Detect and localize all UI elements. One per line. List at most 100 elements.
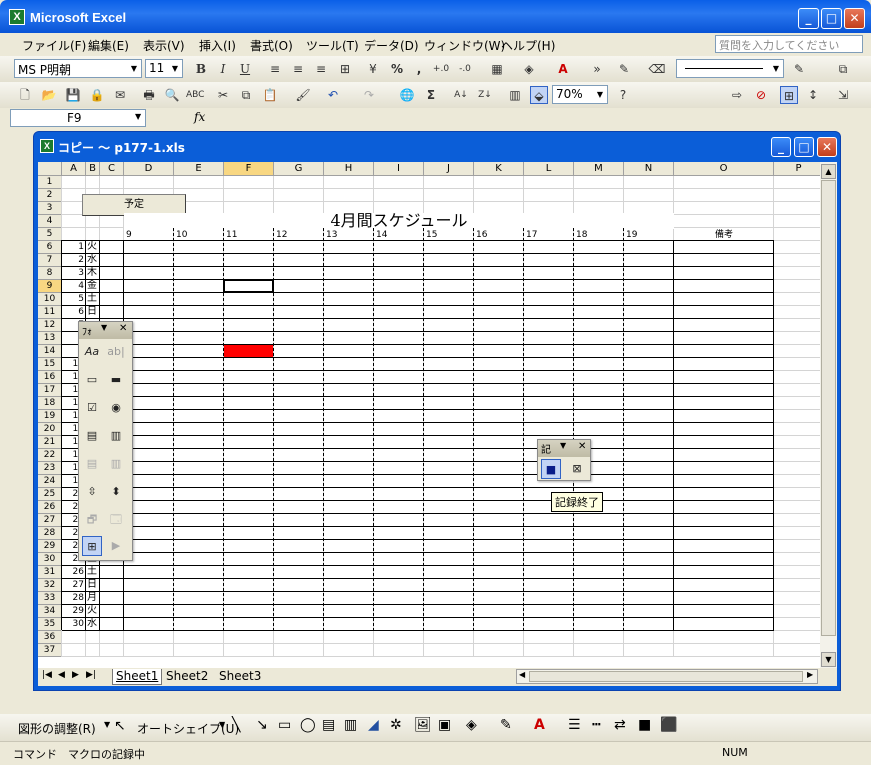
shadow-style-icon[interactable]: ■ [638, 717, 651, 733]
row-header-17[interactable]: 17 [38, 384, 62, 397]
remove-arrows-icon[interactable]: ⊘ [752, 86, 770, 104]
sort-ascending-icon[interactable]: A↓ [452, 86, 470, 104]
comma-button[interactable]: , [410, 60, 428, 78]
chevron-down-icon[interactable]: ▼ [104, 720, 110, 729]
row-header-27[interactable]: 27 [38, 514, 62, 527]
email-icon[interactable]: ✉ [111, 86, 129, 104]
workbook-minimize-button[interactable]: _ [771, 137, 791, 157]
row-header-4[interactable]: 4 [38, 215, 62, 228]
scroll-bar-icon[interactable]: ⇳ [82, 482, 102, 502]
column-header-m[interactable]: M [574, 162, 624, 176]
redo-icon[interactable]: ↷ [360, 86, 378, 104]
text-box-icon[interactable]: ▤ [322, 717, 335, 733]
draw-menu[interactable]: 図形の調整(R) [18, 720, 96, 737]
next-sheet-icon[interactable]: ▶ [72, 670, 79, 680]
forms-toolbar-titlebar[interactable]: ﾌｫ ▼ ✕ [79, 322, 132, 339]
row-header-9[interactable]: 9 [38, 280, 62, 293]
control-properties-icon[interactable]: 🗗 [82, 510, 102, 530]
underline-button[interactable]: U [236, 60, 254, 78]
row-header-14[interactable]: 14 [38, 345, 62, 358]
spinner-icon[interactable]: ⬍ [106, 482, 126, 502]
list-box-icon[interactable]: ▤ [82, 426, 102, 446]
more-buttons-icon[interactable]: » [588, 60, 606, 78]
row-header-24[interactable]: 24 [38, 475, 62, 488]
row-header-33[interactable]: 33 [38, 592, 62, 605]
chart-wizard-icon[interactable]: ▥ [506, 86, 524, 104]
row-header-35[interactable]: 35 [38, 618, 62, 631]
font-color-icon[interactable]: A [534, 717, 545, 733]
column-header-c[interactable]: C [100, 162, 124, 176]
combo-dropdown-edit-icon[interactable]: ▥ [106, 454, 126, 474]
horizontal-scrollbar[interactable]: ◀ ▶ [516, 669, 818, 684]
sheet-tab-sheet3[interactable]: Sheet3 [219, 669, 261, 685]
chevron-down-icon[interactable]: ▼ [560, 441, 566, 450]
row-header-15[interactable]: 15 [38, 358, 62, 371]
chevron-down-icon[interactable]: ▼ [593, 86, 607, 103]
chevron-down-icon[interactable]: ▼ [769, 60, 783, 77]
font-color-icon[interactable]: A [554, 60, 572, 78]
column-header-d[interactable]: D [124, 162, 174, 176]
line-color-icon[interactable]: ✎ [500, 717, 512, 733]
line-style-icon[interactable]: ☰ [568, 717, 581, 733]
radio-button-icon[interactable]: ◉ [106, 398, 126, 418]
increase-decimal-icon[interactable]: +.0 [432, 60, 450, 78]
label-icon[interactable]: Aa [82, 342, 102, 362]
first-sheet-icon[interactable]: |◀ [42, 670, 52, 680]
run-dialog-icon[interactable]: ▶ [106, 536, 126, 556]
button-icon[interactable]: ▬ [106, 370, 126, 390]
row-header-6[interactable]: 6 [38, 241, 62, 254]
split-icon[interactable]: ↕ [804, 86, 822, 104]
row-header-23[interactable]: 23 [38, 462, 62, 475]
column-header-p[interactable]: P [774, 162, 820, 176]
name-box[interactable]: F9 ▼ [10, 109, 146, 127]
currency-icon[interactable]: ¥ [364, 60, 382, 78]
align-right-icon[interactable]: ≡ [312, 60, 330, 78]
font-size-box[interactable]: 11 ▼ [145, 59, 183, 78]
trace-precedents-icon[interactable]: ⇨ [728, 86, 746, 104]
relative-reference-icon[interactable]: ⊠ [567, 459, 587, 479]
bold-button[interactable]: B [192, 60, 210, 78]
vertical-scrollbar[interactable]: ▲ ▼ [820, 162, 837, 668]
menu-data[interactable]: データ(D) [364, 37, 419, 54]
scroll-up-icon[interactable]: ▲ [821, 164, 836, 179]
chevron-down-icon[interactable]: ▼ [135, 112, 141, 121]
rectangle-icon[interactable]: ▭ [278, 717, 291, 733]
pen-icon[interactable]: ✎ [615, 60, 633, 78]
row-header-30[interactable]: 30 [38, 553, 62, 566]
new-file-icon[interactable]: 🗋 [16, 86, 34, 104]
help-icon[interactable]: ? [614, 86, 632, 104]
row-header-20[interactable]: 20 [38, 423, 62, 436]
workbook-maximize-button[interactable]: □ [794, 137, 814, 157]
menu-view[interactable]: 表示(V) [143, 37, 185, 54]
column-header-b[interactable]: B [86, 162, 100, 176]
save-icon[interactable]: 💾 [64, 86, 82, 104]
column-header-a[interactable]: A [62, 162, 86, 176]
wordart-icon[interactable]: ◢ [368, 717, 379, 733]
checkbox-icon[interactable]: ☑ [82, 398, 102, 418]
fill-color-icon[interactable]: ◈ [466, 717, 477, 733]
column-header-g[interactable]: G [274, 162, 324, 176]
prev-sheet-icon[interactable]: ◀ [58, 670, 65, 680]
copy-icon[interactable]: ⧉ [237, 86, 255, 104]
workbook-close-button[interactable]: ✕ [817, 137, 837, 157]
undo-icon[interactable]: ↶ [324, 86, 342, 104]
percent-button[interactable]: % [388, 60, 406, 78]
chevron-down-icon[interactable]: ▼ [168, 60, 182, 77]
row-header-21[interactable]: 21 [38, 436, 62, 449]
scroll-right-icon[interactable]: ▶ [807, 670, 813, 679]
insert-function-button[interactable]: fx [194, 110, 205, 124]
column-header-j[interactable]: J [424, 162, 474, 176]
row-header-22[interactable]: 22 [38, 449, 62, 462]
row-header-11[interactable]: 11 [38, 306, 62, 319]
fill-color-icon[interactable]: ◈ [520, 60, 538, 78]
menu-format[interactable]: 書式(O) [250, 37, 293, 54]
row-header-7[interactable]: 7 [38, 254, 62, 267]
combo-list-edit-icon[interactable]: ▤ [82, 454, 102, 474]
freeze-icon[interactable]: ⊞ [780, 86, 798, 104]
vertical-text-box-icon[interactable]: ▥ [344, 717, 357, 733]
zoom-box[interactable]: 70% ▼ [552, 85, 608, 104]
align-left-icon[interactable]: ≡ [266, 60, 284, 78]
row-header-32[interactable]: 32 [38, 579, 62, 592]
oval-icon[interactable]: ◯ [300, 717, 316, 733]
decrease-decimal-icon[interactable]: -.0 [456, 60, 474, 78]
